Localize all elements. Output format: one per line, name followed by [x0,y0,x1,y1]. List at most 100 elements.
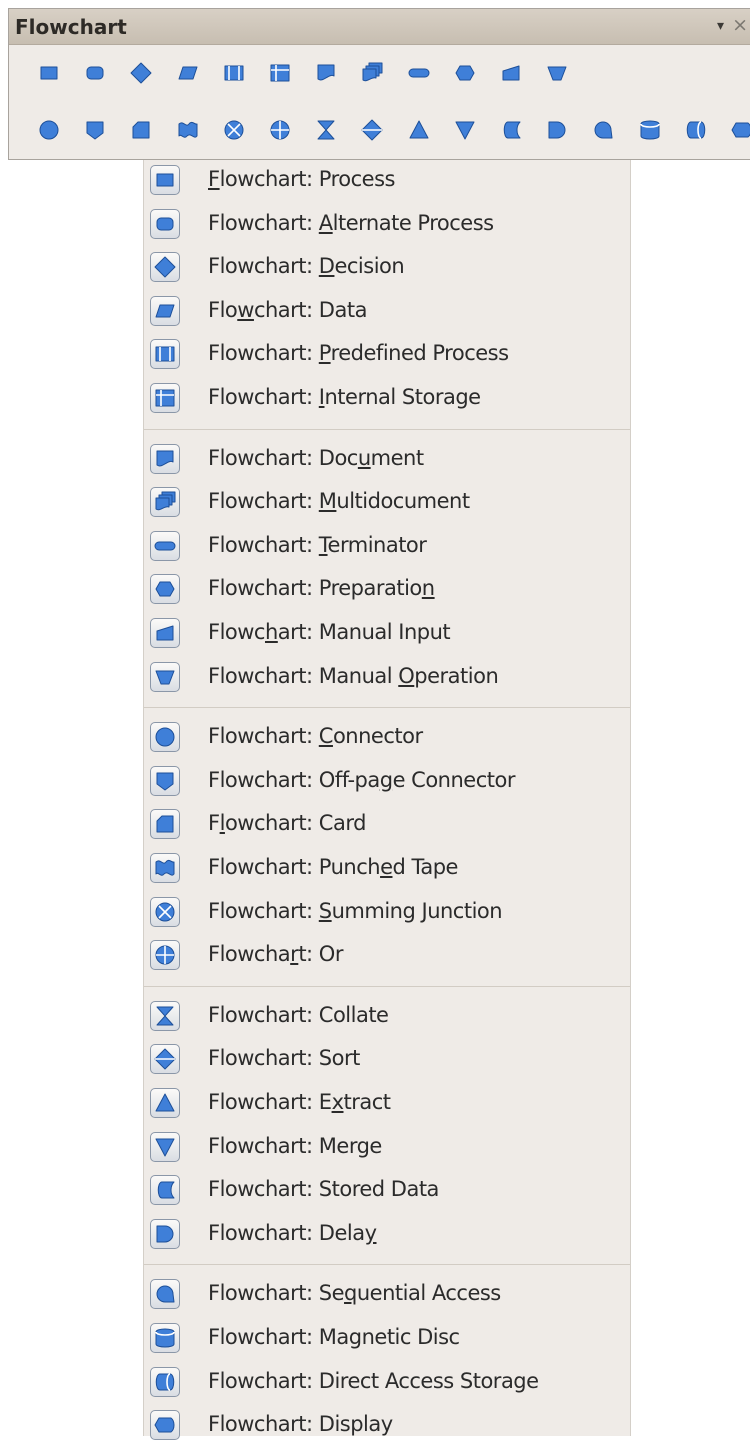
menu-item-display[interactable]: Flowchart: Display [144,1405,630,1445]
mnemonic-key: q [344,1281,357,1306]
menu-item-decision[interactable]: Flowchart: Decision [144,247,630,287]
toolbar-button-collate[interactable] [314,116,338,144]
toolbar-button-card[interactable] [129,116,153,144]
menu-item-off-page-connector[interactable]: Flowchart: Off-page Connector [144,761,630,801]
menu-item-or[interactable]: Flowchart: Or [144,935,630,975]
menu-separator [144,1264,630,1266]
collate-shape-icon [150,1000,180,1031]
toolbar-button-document[interactable] [314,59,338,87]
toolbar-button-internal-storage[interactable] [268,59,292,87]
toolbar-button-decision[interactable] [129,59,153,87]
menu-item-stored-data[interactable]: Flowchart: Stored Data [144,1170,630,1210]
menu-item-summing-junction[interactable]: Flowchart: Summing Junction [144,892,630,932]
menu-item-predefined-process[interactable]: Flowchart: Predefined Process [144,334,630,374]
menu-item-direct-access-storage[interactable]: Flowchart: Direct Access Storage [144,1362,630,1402]
menu-item-document[interactable]: Flowchart: Document [144,439,630,479]
menu-item-collate[interactable]: Flowchart: Collate [144,996,630,1036]
or-shape-icon [150,940,180,971]
predefined-process-icon [155,346,175,362]
toolbar-button-sequential-access[interactable] [591,116,615,144]
mnemonic-key: O [398,663,415,688]
toolbar-button-display[interactable] [730,116,750,144]
menu-item-merge[interactable]: Flowchart: Merge [144,1127,630,1167]
menu-item-manual-operation[interactable]: Flowchart: Manual Operation [144,657,630,697]
toolbar-button-preparation[interactable] [453,59,477,87]
toolbar-button-predefined-process[interactable] [222,59,246,87]
stored-data-icon [503,121,521,139]
toolbar-button-manual-operation[interactable] [545,59,569,87]
toolbar-button-off-page-connector[interactable] [83,116,107,144]
menu-item-label: Flowchart: Sort [208,1046,360,1071]
alternate-process-icon [156,217,174,231]
toolbar-button-process[interactable] [37,59,61,87]
toolbar-button-multidocument[interactable] [360,59,384,87]
menu-item-multidocument[interactable]: Flowchart: Multidocument [144,482,630,522]
direct-access-storage-icon [155,1372,175,1391]
toolbar-button-magnetic-disc[interactable] [638,116,662,144]
toolbar-button-alternate-process[interactable] [83,59,107,87]
mnemonic-key: D [318,254,335,279]
menu-item-punched-tape[interactable]: Flowchart: Punched Tape [144,848,630,888]
toolbar-button-terminator[interactable] [407,59,431,87]
menu-item-terminator[interactable]: Flowchart: Terminator [144,526,630,566]
menu-item-magnetic-disc[interactable]: Flowchart: Magnetic Disc [144,1318,630,1358]
toolbar-button-sort[interactable] [360,116,384,144]
off-page-connector-icon [86,121,104,140]
display-icon [154,1417,175,1433]
multidocument-shape-icon [150,487,180,518]
mnemonic-key: e [380,855,393,879]
internal-storage-icon [155,389,175,407]
menu-item-sort[interactable]: Flowchart: Sort [144,1039,630,1079]
menu-item-label: Flowchart: Connector [208,724,423,749]
toolbar-button-summing-junction[interactable] [222,116,246,144]
menu-item-manual-input[interactable]: Flowchart: Manual Input [144,613,630,653]
connector-icon [39,120,59,140]
mnemonic-key: C [318,724,334,749]
toolbar-button-merge[interactable] [453,116,477,144]
menu-item-label: Flowchart: Data [208,297,367,322]
predefined-process-icon [224,65,244,81]
mnemonic-key: S [318,898,332,923]
menu-item-label: Flowchart: Summing Junction [208,898,503,923]
stored-data-icon [157,1181,175,1199]
toolbar-button-extract[interactable] [407,116,431,144]
magnetic-disc-icon [639,120,660,140]
menu-separator [144,707,630,709]
card-shape-icon [150,809,180,840]
toolbar-titlebar[interactable]: Flowchart ▾ × [9,9,750,45]
connector-shape-icon [150,722,180,753]
extract-shape-icon [150,1088,180,1118]
sort-icon [154,1048,176,1070]
menu-item-internal-storage[interactable]: Flowchart: Internal Storage [144,378,630,418]
punched-tape-shape-icon [150,853,180,883]
toolbar-button-direct-access-storage[interactable] [684,116,708,144]
menu-item-connector[interactable]: Flowchart: Connector [144,717,630,757]
delay-icon [548,121,566,139]
extract-icon [155,1093,175,1112]
magnetic-disc-shape-icon [150,1323,180,1353]
toolbar-button-connector[interactable] [37,116,61,144]
alternate-process-shape-icon [150,208,180,239]
collate-icon [317,120,335,140]
menu-item-extract[interactable]: Flowchart: Extract [144,1083,630,1123]
manual-input-icon [502,65,520,81]
menu-item-card[interactable]: Flowchart: Card [144,804,630,844]
dropdown-arrow-icon[interactable]: ▾ [717,18,724,34]
menu-item-delay[interactable]: Flowchart: Delay [144,1214,630,1254]
menu-item-label: Flowchart: Direct Access Storage [208,1368,539,1393]
toolbar-button-stored-data[interactable] [499,116,523,144]
toolbar-button-punched-tape[interactable] [176,116,200,144]
toolbar-button-data[interactable] [176,59,200,87]
toolbar-button-manual-input[interactable] [499,59,523,87]
menu-item-label: Flowchart: Collate [208,1002,389,1027]
toolbar-button-delay[interactable] [545,116,569,144]
menu-item-process[interactable]: Flowchart: Process [144,160,630,200]
menu-item-data[interactable]: Flowchart: Data [144,291,630,331]
menu-item-alternate-process[interactable]: Flowchart: Alternate Process [144,204,630,244]
magnetic-disc-icon [155,1328,175,1348]
toolbar-button-or[interactable] [268,116,292,144]
menu-item-preparation[interactable]: Flowchart: Preparation [144,569,630,609]
mnemonic-key: A [318,210,333,235]
menu-item-sequential-access[interactable]: Flowchart: Sequential Access [144,1274,630,1314]
close-icon[interactable]: × [732,14,748,36]
